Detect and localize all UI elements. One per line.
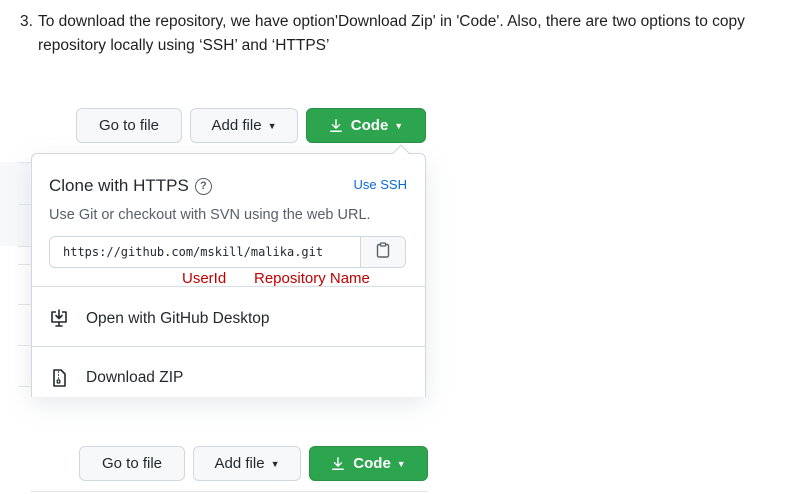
table-row-line [18, 304, 31, 305]
add-file-button[interactable]: Add file ▼ [190, 108, 298, 143]
clone-description: Use Git or checkout with SVN using the w… [49, 207, 371, 223]
clone-title: Clone with HTTPS [49, 176, 189, 195]
table-row-line [18, 162, 31, 163]
add-file-button[interactable]: Add file ▼ [193, 446, 301, 481]
code-label: Code [353, 455, 391, 472]
userid-annotation: UserId [182, 270, 227, 287]
use-ssh-link[interactable]: Use SSH [354, 177, 407, 192]
dropdown-caret [392, 144, 410, 162]
open-github-desktop-label: Open with GitHub Desktop [86, 310, 270, 327]
code-button[interactable]: Code ▼ [306, 108, 426, 143]
file-zip-icon [49, 368, 69, 388]
download-icon [329, 118, 343, 133]
go-to-file-button[interactable]: Go to file [79, 446, 185, 481]
download-zip-item[interactable]: Download ZIP [32, 358, 425, 398]
bottom-edge-line [30, 491, 428, 492]
instruction-number: 3. [20, 13, 33, 30]
table-row-line [18, 345, 31, 346]
caret-down-icon: ▼ [396, 458, 406, 469]
add-file-label: Add file [214, 455, 265, 472]
clone-url-group [49, 236, 406, 268]
dropdown-divider [32, 346, 425, 347]
dropdown-divider [32, 286, 425, 287]
code-button[interactable]: Code ▼ [309, 446, 428, 481]
table-row-line [18, 264, 31, 265]
clone-url-input[interactable] [50, 237, 360, 267]
instruction-text: 3. To download the repository, we have o… [20, 10, 790, 58]
caret-down-icon: ▼ [270, 458, 280, 469]
caret-down-icon: ▼ [267, 120, 277, 131]
table-row-line [18, 386, 31, 387]
download-icon [331, 456, 345, 471]
clone-heading: Clone with HTTPS ? [49, 176, 212, 196]
add-file-label: Add file [211, 117, 262, 134]
open-github-desktop-item[interactable]: Open with GitHub Desktop [32, 299, 425, 339]
page: 3. To download the repository, we have o… [0, 0, 791, 494]
question-icon[interactable]: ? [194, 177, 212, 195]
go-to-file-label: Go to file [101, 455, 163, 472]
copy-url-button[interactable] [360, 237, 405, 267]
caret-down-icon: ▼ [394, 120, 404, 131]
repo-toolbar-top: Go to file Add file ▼ Code ▼ [76, 108, 426, 143]
download-zip-label: Download ZIP [86, 369, 184, 386]
instruction-body: To download the repository, we have opti… [38, 13, 745, 54]
desktop-download-icon [49, 309, 69, 329]
clipboard-icon [376, 241, 390, 263]
go-to-file-button[interactable]: Go to file [76, 108, 182, 143]
repository-name-annotation: Repository Name [254, 270, 370, 287]
table-row-line [18, 204, 31, 205]
repo-toolbar-bottom: Go to file Add file ▼ Code ▼ [79, 446, 428, 481]
table-row-line [18, 246, 31, 247]
clone-dropdown: Clone with HTTPS ? Use SSH Use Git or ch… [31, 144, 426, 398]
code-label: Code [350, 117, 389, 134]
go-to-file-label: Go to file [98, 117, 160, 134]
